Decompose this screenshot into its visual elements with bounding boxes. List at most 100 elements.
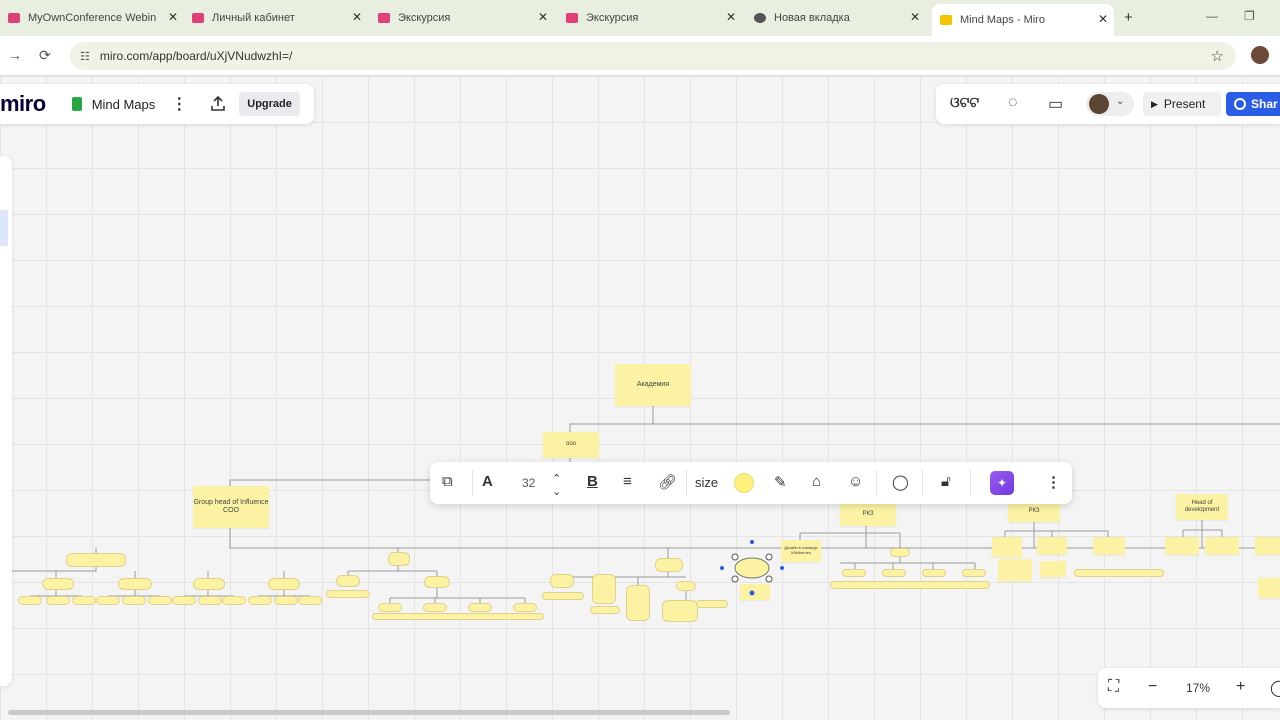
browser-tab[interactable]: MyOwnConference Webin ✕ — [8, 5, 184, 31]
fit-screen-icon[interactable]: ⛶ — [1108, 678, 1119, 696]
url-bar[interactable]: ☷ miro.com/app/board/uXjVNudwzhI=/ ☆ — [70, 42, 1236, 70]
board-name[interactable]: Mind Maps — [92, 97, 156, 112]
pen-icon[interactable]: ✎ — [774, 473, 787, 491]
close-icon[interactable]: ✕ — [1098, 12, 1108, 26]
site-settings-icon[interactable]: ☷ — [80, 50, 90, 63]
mindmap-leaf-node[interactable] — [423, 603, 447, 612]
mindmap-leaf-node[interactable] — [592, 574, 616, 604]
new-tab-button[interactable]: + — [1124, 9, 1133, 26]
close-icon[interactable]: ✕ — [538, 10, 548, 24]
browser-tab[interactable]: Экскурсия ✕ — [378, 5, 554, 31]
bold-icon[interactable]: B — [587, 473, 598, 490]
mindmap-leaf-node[interactable] — [1037, 537, 1067, 555]
mindmap-node[interactable]: Head of development — [1176, 494, 1228, 520]
browser-tab[interactable]: Личный кабинет ✕ — [192, 5, 368, 31]
mindmap-leaf-node[interactable] — [998, 559, 1032, 581]
mindmap-leaf-node[interactable] — [1093, 537, 1125, 555]
bookmark-star-icon[interactable]: ☆ — [1211, 47, 1224, 65]
zoom-out-icon[interactable]: − — [1148, 678, 1157, 696]
mindmap-leaf-node[interactable] — [590, 606, 620, 614]
chat-icon[interactable]: ◌ — [1008, 94, 1018, 112]
tag-icon[interactable]: ⌂ — [812, 473, 821, 490]
font-size-stepper-icon[interactable]: ⌃ ⌄ — [552, 472, 561, 498]
mindmap-leaf-node[interactable] — [222, 596, 246, 605]
mindmap-leaf-node[interactable] — [626, 585, 650, 621]
export-icon[interactable] — [209, 95, 227, 113]
present-button[interactable]: ▶ Present — [1143, 92, 1221, 116]
font-size-value[interactable]: 32 — [522, 476, 535, 490]
close-icon[interactable]: ✕ — [910, 10, 920, 24]
selected-node-handles[interactable] — [718, 538, 788, 600]
mindmap-leaf-node[interactable] — [122, 596, 146, 605]
mindmap-leaf-node[interactable] — [378, 603, 402, 612]
mindmap-leaf-node[interactable] — [274, 596, 298, 605]
reactions-icon[interactable]: ଓଟଟ — [950, 94, 979, 111]
mindmap-leaf-node[interactable] — [96, 596, 120, 605]
mindmap-node[interactable]: Group head of Influence COO — [193, 486, 269, 528]
mindmap-leaf-node[interactable] — [336, 575, 360, 587]
mindmap-leaf-node[interactable] — [326, 590, 370, 598]
ai-assist-icon[interactable]: ✦ — [990, 471, 1014, 495]
browser-tab[interactable]: Экскурсия ✕ — [566, 5, 742, 31]
mindmap-leaf-node[interactable] — [830, 581, 990, 589]
mindmap-leaf-node[interactable] — [842, 569, 866, 577]
mindmap-leaf-node[interactable] — [676, 581, 696, 591]
align-icon[interactable]: ≡ — [623, 473, 632, 490]
font-icon[interactable]: A — [482, 473, 493, 490]
mindmap-node[interactable]: РКЗ — [840, 504, 896, 526]
zoom-level[interactable]: 17% — [1186, 681, 1210, 695]
mindmap-leaf-node[interactable] — [248, 596, 272, 605]
mindmap-leaf-node[interactable] — [42, 578, 74, 590]
help-icon[interactable]: ◯ — [1270, 678, 1280, 698]
browser-tab-active[interactable]: Mind Maps - Miro ✕ — [932, 4, 1114, 36]
mindmap-leaf-node[interactable] — [1255, 537, 1280, 555]
reaction-icon[interactable]: ☺ — [848, 473, 863, 490]
miro-logo[interactable]: miro — [0, 91, 46, 117]
mindmap-leaf-node[interactable] — [992, 537, 1022, 557]
mindmap-leaf-node[interactable] — [1205, 537, 1239, 555]
more-vertical-icon[interactable]: ⋮ — [171, 94, 187, 114]
link-icon[interactable]: 🔗︎ — [658, 473, 677, 491]
mindmap-leaf-node[interactable] — [882, 569, 906, 577]
mindmap-leaf-node[interactable] — [468, 603, 492, 612]
fill-color-swatch[interactable] — [734, 473, 754, 493]
profile-avatar[interactable] — [1251, 46, 1269, 64]
reload-icon[interactable]: ⟳ — [39, 47, 51, 64]
mindmap-leaf-node[interactable] — [198, 596, 222, 605]
zoom-in-icon[interactable]: + — [1236, 678, 1245, 696]
mindmap-leaf-node[interactable] — [424, 576, 450, 588]
mindmap-leaf-node[interactable] — [550, 574, 574, 588]
mindmap-leaf-node[interactable] — [66, 553, 126, 567]
collaborator-avatar-button[interactable]: ⌄ — [1086, 92, 1134, 116]
lock-icon[interactable]: 🔓︎ — [941, 473, 951, 490]
comment-icon[interactable]: ◯ — [892, 473, 909, 491]
forward-icon[interactable]: → — [8, 47, 22, 63]
mindmap-node[interactable]: РКЗ — [1008, 502, 1060, 522]
mindmap-leaf-node[interactable] — [268, 578, 300, 590]
mindmap-leaf-node[interactable] — [962, 569, 986, 577]
mindmap-leaf-node[interactable] — [696, 600, 728, 608]
size-label[interactable]: size — [695, 475, 718, 490]
mindmap-leaf-node[interactable] — [118, 578, 152, 590]
upgrade-button[interactable]: Upgrade — [239, 92, 300, 116]
mindmap-leaf-node[interactable] — [1074, 569, 1164, 577]
mindmap-leaf-node[interactable] — [542, 592, 584, 600]
mindmap-leaf-node[interactable] — [1040, 561, 1066, 577]
mindmap-leaf-node[interactable] — [372, 613, 544, 620]
mindmap-leaf-node[interactable] — [922, 569, 946, 577]
minimize-icon[interactable]: — — [1206, 9, 1218, 23]
mindmap-leaf-node[interactable] — [662, 600, 698, 622]
mindmap-leaf-node[interactable] — [72, 596, 96, 605]
mindmap-leaf-node[interactable] — [298, 596, 322, 605]
mindmap-root-node[interactable]: Академия — [615, 364, 691, 406]
maximize-icon[interactable]: ❐ — [1244, 9, 1255, 23]
mindmap-leaf-node[interactable] — [1258, 578, 1280, 598]
mindmap-leaf-node[interactable] — [388, 552, 410, 566]
more-vertical-icon[interactable]: ⋮ — [1046, 473, 1061, 491]
mindmap-leaf-node[interactable] — [513, 603, 537, 612]
mindmap-leaf-node[interactable] — [18, 596, 42, 605]
mindmap-node[interactable]: ооо — [543, 432, 599, 458]
mindmap-leaf-node[interactable] — [172, 596, 196, 605]
close-icon[interactable]: ✕ — [726, 10, 736, 24]
mindmap-leaf-node[interactable] — [46, 596, 70, 605]
